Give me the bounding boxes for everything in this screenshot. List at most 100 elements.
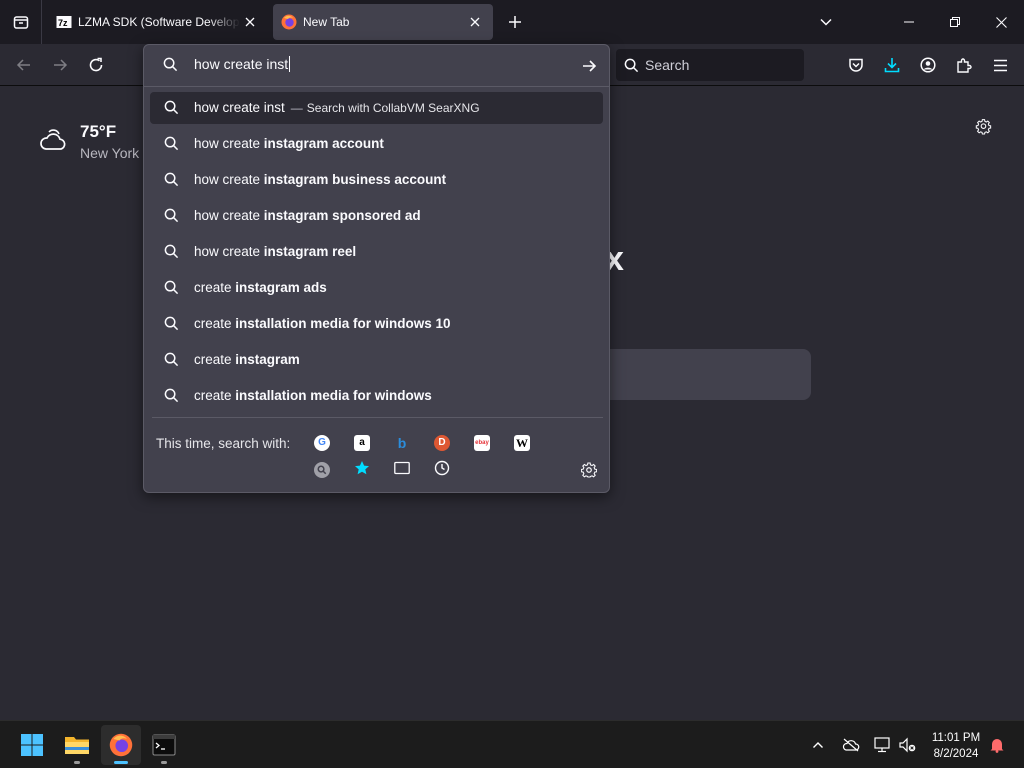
reload-button[interactable] [81, 50, 111, 80]
ebay-engine-button[interactable]: ebay [469, 430, 495, 456]
result-row[interactable]: how create instagram reel [150, 236, 603, 268]
search-settings-button[interactable] [576, 457, 602, 483]
back-button[interactable] [9, 50, 39, 80]
result-row[interactable]: create instagram ads [150, 272, 603, 304]
file-explorer-button[interactable] [57, 725, 97, 765]
bing-engine-button[interactable]: b [389, 430, 415, 456]
search-icon [164, 388, 179, 406]
bookmarks-search-button[interactable] [349, 457, 375, 483]
arrow-right-icon [583, 60, 597, 72]
clock-time: 11:01 PM [931, 732, 981, 744]
result-prefix: how create [194, 244, 264, 259]
tab-bar: 7z LZMA SDK (Software Development Kit) N… [0, 0, 1024, 44]
result-suggestion: instagram sponsored ad [263, 208, 421, 223]
firefox-icon [281, 14, 297, 30]
result-suggestion: instagram ads [235, 280, 327, 295]
clock[interactable]: 11:01 PM 8/2/2024 [920, 730, 992, 762]
result-suggestion: instagram business account [263, 172, 447, 187]
show-hidden-icons-button[interactable] [806, 733, 830, 757]
history-search-button[interactable] [429, 457, 455, 483]
ebay-icon: ebay [474, 435, 490, 451]
result-action: Search with CollabVM SearXNG [306, 101, 480, 115]
result-suggestion: instagram [235, 352, 300, 367]
result-row[interactable]: how create inst — Search with CollabVM Sea… [150, 92, 603, 124]
start-button[interactable] [12, 725, 52, 765]
search-icon [164, 100, 179, 118]
tab-title: LZMA SDK (Software Development Kit) [78, 15, 240, 29]
volume-tray-button[interactable] [895, 733, 919, 757]
search-icon [164, 172, 179, 190]
result-row[interactable]: create installation media for windows [150, 380, 603, 412]
tab-new-tab[interactable]: New Tab [273, 4, 493, 40]
windows-logo-icon [21, 734, 43, 756]
amazon-engine-button[interactable]: a [349, 430, 375, 456]
amazon-icon: a [354, 435, 370, 451]
gear-icon [581, 462, 597, 478]
weather-widget[interactable]: 75°F New York [38, 122, 139, 161]
new-tab-button[interactable] [502, 0, 528, 44]
result-suggestion: instagram account [263, 136, 384, 151]
onedrive-tray-button[interactable] [839, 733, 863, 757]
firefox-taskbar-button[interactable] [101, 725, 141, 765]
list-all-tabs-button[interactable] [812, 0, 840, 44]
result-row[interactable]: how create instagram business account [150, 164, 603, 196]
extensions-button[interactable] [949, 50, 979, 80]
urlbar-input-row[interactable]: how create inst [144, 45, 609, 86]
toolbar-search-box[interactable]: Search [616, 49, 804, 81]
weather-temperature: 75°F [80, 122, 117, 141]
downloads-button[interactable] [877, 50, 907, 80]
duckduckgo-engine-button[interactable]: D [429, 430, 455, 456]
firefox-icon [109, 733, 133, 757]
result-row[interactable]: how create instagram account [150, 128, 603, 160]
network-tray-button[interactable] [870, 733, 894, 757]
running-indicator [74, 761, 80, 764]
personalize-button[interactable] [970, 114, 996, 140]
hamburger-icon [993, 59, 1007, 71]
firefox-view-icon [13, 16, 28, 29]
newtab-search-field[interactable] [600, 349, 811, 400]
7z-logo-icon: 7z [56, 14, 72, 30]
running-indicator [161, 761, 167, 764]
duckduckgo-icon: D [434, 435, 450, 451]
result-row[interactable]: create installation media for windows 10 [150, 308, 603, 340]
urlbar-popup: how create inst how create inst — Search w… [143, 44, 610, 493]
search-icon [164, 352, 179, 370]
close-tab-icon[interactable] [240, 12, 260, 32]
pocket-button[interactable] [841, 50, 871, 80]
result-prefix: create [194, 388, 236, 403]
result-row[interactable]: create instagram [150, 344, 603, 376]
close-tab-icon[interactable] [465, 12, 485, 32]
result-suggestion: instagram reel [263, 244, 357, 259]
search-icon [164, 244, 179, 262]
network-icon [874, 737, 890, 753]
terminal-icon [152, 734, 176, 756]
divider [152, 417, 603, 418]
google-icon: G [314, 435, 330, 451]
cloud-offline-icon [842, 738, 860, 752]
tab-lzma-sdk[interactable]: 7z LZMA SDK (Software Development Kit) [48, 4, 268, 40]
minimize-button[interactable] [886, 0, 932, 44]
tabs-search-button[interactable] [389, 457, 415, 483]
forward-button[interactable] [45, 50, 75, 80]
firefox-view-button[interactable] [0, 0, 42, 44]
searxng-engine-button[interactable] [309, 457, 335, 483]
gear-icon [975, 118, 991, 135]
result-separator: — [290, 101, 303, 115]
wikipedia-engine-button[interactable]: W [509, 430, 535, 456]
minimize-icon [904, 21, 914, 23]
result-prefix: create [194, 316, 236, 331]
app-menu-button[interactable] [985, 50, 1015, 80]
go-button[interactable] [576, 53, 602, 79]
google-engine-button[interactable]: G [309, 430, 335, 456]
notifications-button[interactable] [985, 733, 1009, 757]
search-icon [164, 316, 179, 334]
result-row[interactable]: how create instagram sponsored ad [150, 200, 603, 232]
terminal-taskbar-button[interactable] [144, 725, 184, 765]
restore-button[interactable] [932, 0, 978, 44]
result-prefix: how create [194, 208, 264, 223]
close-window-button[interactable] [978, 0, 1024, 44]
speaker-muted-icon [899, 737, 916, 753]
account-button[interactable] [913, 50, 943, 80]
history-icon [434, 460, 450, 481]
urlbar-input[interactable]: how create inst [194, 56, 290, 72]
